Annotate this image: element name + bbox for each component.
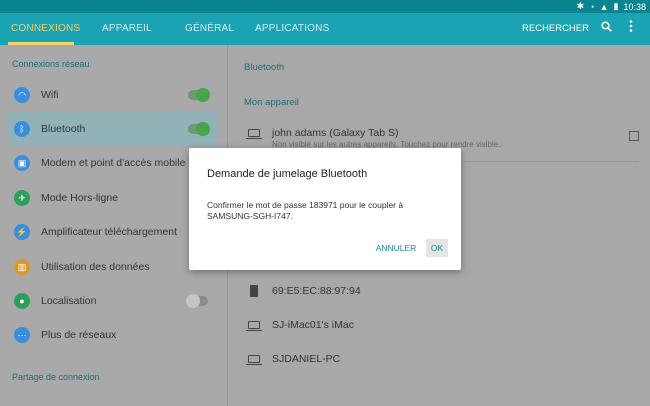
dialog-title: Demande de jumelage Bluetooth — [207, 168, 368, 180]
sidebar-item-bluetooth[interactable]: ᛒ Bluetooth — [8, 112, 218, 146]
sidebar-item-location[interactable]: ● Localisation — [8, 284, 218, 318]
wifi-icon: ◔ — [589, 1, 595, 12]
dialog-message: Confirmer le mot de passe 183971 pour le… — [207, 200, 404, 221]
laptop-icon — [246, 321, 262, 332]
data-usage-icon: ▥ — [14, 259, 30, 275]
list-item[interactable]: SJ-iMac01's iMac — [244, 319, 639, 335]
sidebar-item-label: Bluetooth — [41, 123, 86, 135]
tab-appareil[interactable]: APPAREIL — [102, 13, 152, 45]
visibility-checkbox[interactable] — [629, 131, 639, 141]
battery-icon: ▮ — [613, 1, 619, 11]
search-button[interactable]: RECHERCHER — [522, 13, 589, 45]
cancel-button[interactable]: ANNULER — [375, 239, 417, 257]
sidebar-item-label: Modem et point d'accès mobile — [41, 157, 186, 169]
airplane-icon: ✈ — [14, 190, 30, 206]
sidebar-item-label: Plus de réseaux — [41, 329, 117, 341]
app-bar: CONNEXIONS APPAREIL GÉNÉRAL APPLICATIONS… — [0, 13, 650, 45]
wifi-toggle[interactable] — [188, 88, 210, 102]
device-name: SJ-iMac01's iMac — [272, 319, 354, 331]
more-networks-icon: ⋯ — [14, 327, 30, 343]
section-header-network: Connexions réseau — [12, 59, 90, 69]
signal-icon: ▲ — [599, 1, 609, 12]
laptop-icon — [246, 355, 262, 366]
sidebar-item-label: Localisation — [41, 295, 97, 307]
list-item[interactable]: 69:E5:EC:88:97:94 — [244, 285, 639, 301]
device-name: 69:E5:EC:88:97:94 — [272, 285, 361, 297]
sidebar-item-label: Wifi — [41, 89, 59, 101]
section-header-my-device: Mon appareil — [244, 97, 299, 108]
phone-icon — [250, 285, 264, 297]
sidebar-item-label: Mode Hors-ligne — [41, 192, 119, 204]
sidebar-item-download-booster[interactable]: ⚡ Amplificateur téléchargement — [8, 215, 218, 249]
bluetooth-toggle[interactable] — [188, 122, 210, 136]
search-icon[interactable] — [599, 13, 613, 45]
sidebar-item-airplane[interactable]: ✈ Mode Hors-ligne — [8, 181, 218, 215]
sidebar-item-label: Amplificateur téléchargement — [41, 226, 177, 238]
my-device-name: john adams (Galaxy Tab S) — [272, 127, 399, 139]
location-icon: ● — [14, 293, 30, 309]
tab-applications[interactable]: APPLICATIONS — [255, 13, 329, 45]
device-name: SJDANIEL-PC — [272, 353, 341, 365]
tab-general[interactable]: GÉNÉRAL — [185, 13, 234, 45]
page-title: Bluetooth — [244, 62, 285, 73]
tab-connexions[interactable]: CONNEXIONS — [11, 13, 80, 45]
section-header-tethering: Partage de connexion — [12, 372, 100, 382]
sidebar-item-hotspot[interactable]: ▣ Modem et point d'accès mobile — [8, 146, 218, 180]
more-vert-icon[interactable] — [626, 13, 636, 45]
ok-button[interactable]: OK — [426, 239, 448, 257]
sidebar-item-wifi[interactable]: ◠ Wifi — [8, 78, 218, 112]
status-bar: ✱ ◔ ▲ ▮ 10:38 — [0, 0, 650, 13]
list-item[interactable]: SJDANIEL-PC — [244, 353, 639, 369]
download-booster-icon: ⚡ — [14, 224, 30, 240]
sidebar-item-data-usage[interactable]: ▥ Utilisation des données — [8, 250, 218, 284]
status-time: 10:38 — [623, 1, 646, 12]
sidebar-item-more-networks[interactable]: ⋯ Plus de réseaux — [8, 318, 218, 352]
bluetooth-icon: ✱ — [576, 1, 585, 11]
pairing-dialog: Demande de jumelage Bluetooth Confirmer … — [189, 148, 461, 270]
sidebar-item-label: Utilisation des données — [41, 261, 150, 273]
hotspot-icon: ▣ — [14, 155, 30, 171]
location-toggle[interactable] — [186, 294, 208, 308]
wifi-icon: ◠ — [14, 87, 30, 103]
bluetooth-icon: ᛒ — [14, 121, 30, 137]
laptop-icon — [246, 129, 262, 140]
